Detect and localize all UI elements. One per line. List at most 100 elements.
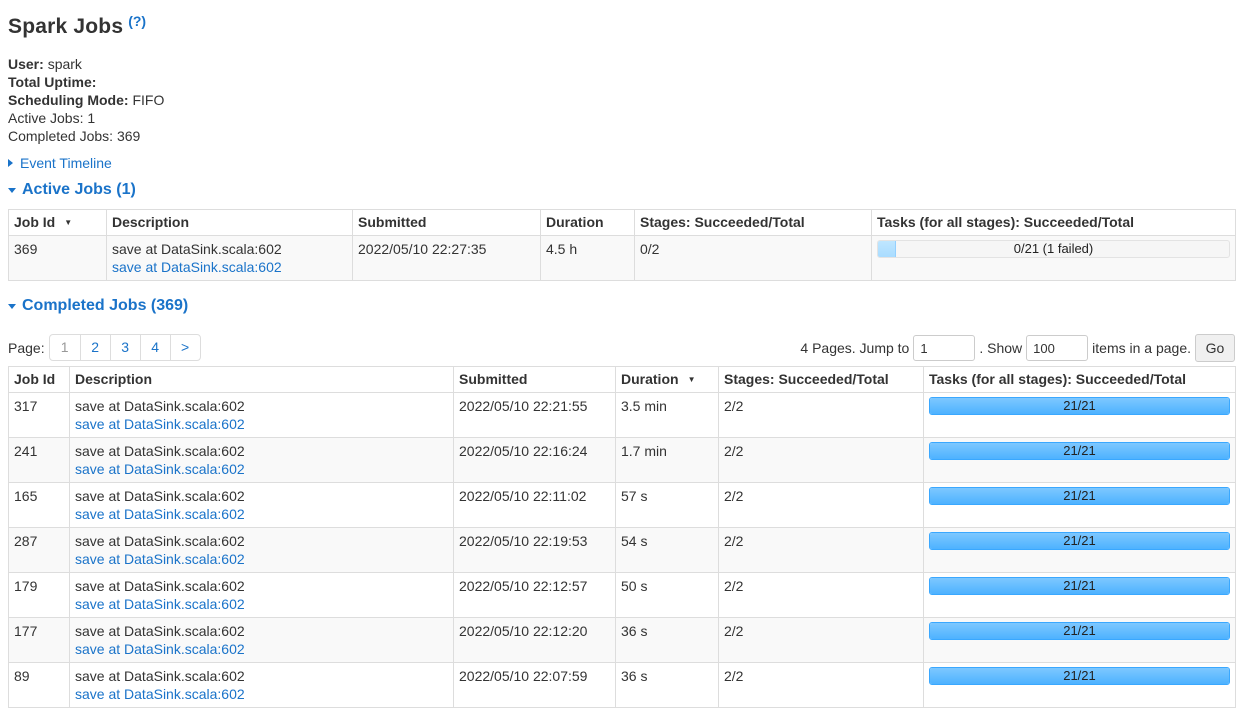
job-id: 317 xyxy=(8,392,70,438)
sort-down-icon: ▼ xyxy=(687,375,696,384)
progress-bar: 21/21 xyxy=(929,397,1230,415)
job-id: 165 xyxy=(8,482,70,528)
progress-text: 0/21 (1 failed) xyxy=(1013,241,1094,256)
job-submitted: 2022/05/10 22:27:35 xyxy=(352,235,541,281)
job-submitted: 2022/05/10 22:12:20 xyxy=(453,617,616,663)
description-text: save at DataSink.scala:602 xyxy=(75,398,245,414)
table-row: 89 save at DataSink.scala:602 save at Dat… xyxy=(8,662,1236,708)
description-text: save at DataSink.scala:602 xyxy=(75,668,245,684)
event-timeline-toggle[interactable]: Event Timeline xyxy=(8,154,112,172)
description-link[interactable]: save at DataSink.scala:602 xyxy=(75,596,245,612)
col-tasks[interactable]: Tasks (for all stages): Succeeded/Total xyxy=(923,366,1236,393)
col-duration[interactable]: Duration ▼ xyxy=(615,366,719,393)
show-text: . Show xyxy=(979,340,1023,356)
job-id: 177 xyxy=(8,617,70,663)
progress-bar: 21/21 xyxy=(929,532,1230,550)
col-submitted[interactable]: Submitted xyxy=(352,209,541,236)
job-submitted: 2022/05/10 22:16:24 xyxy=(453,437,616,483)
description-link[interactable]: save at DataSink.scala:602 xyxy=(75,416,245,432)
summary-completed: Completed Jobs: 369 xyxy=(8,127,164,145)
description-text: save at DataSink.scala:602 xyxy=(75,488,245,504)
completed-jobs-body: 317 save at DataSink.scala:602 save at Da… xyxy=(8,392,1236,708)
col-description[interactable]: Description xyxy=(69,366,454,393)
job-stages: 2/2 xyxy=(718,437,924,483)
job-tasks: 21/21 xyxy=(923,482,1236,528)
col-job-id[interactable]: Job Id xyxy=(8,366,70,393)
progress-bar: 21/21 xyxy=(929,667,1230,685)
page-4-link[interactable]: 4 xyxy=(139,335,170,360)
description-text: save at DataSink.scala:602 xyxy=(75,578,245,594)
help-link[interactable]: (?) xyxy=(128,12,146,30)
jump-to-page-input[interactable] xyxy=(913,335,976,361)
progress-bar: 0/21 (1 failed) xyxy=(877,240,1230,258)
page-size-input[interactable] xyxy=(1026,335,1089,361)
job-duration: 50 s xyxy=(615,572,719,618)
table-row: 369 save at DataSink.scala:602 save at D… xyxy=(8,235,1236,281)
col-submitted[interactable]: Submitted xyxy=(453,366,616,393)
title-row: Spark Jobs (?) xyxy=(8,12,146,42)
page-3-link[interactable]: 3 xyxy=(109,335,140,360)
description-link[interactable]: save at DataSink.scala:602 xyxy=(75,461,245,477)
job-id: 369 xyxy=(8,235,107,281)
description-link[interactable]: save at DataSink.scala:602 xyxy=(75,641,245,657)
user-value: spark xyxy=(47,56,82,72)
col-stages[interactable]: Stages: Succeeded/Total xyxy=(634,209,872,236)
col-job-id[interactable]: Job Id ▼ xyxy=(8,209,107,236)
job-description: save at DataSink.scala:602 save at DataSi… xyxy=(69,437,454,483)
active-jobs-header[interactable]: Active Jobs (1) xyxy=(8,179,136,201)
job-description: save at DataSink.scala:602 save at DataSi… xyxy=(69,572,454,618)
table-row: 317 save at DataSink.scala:602 save at Da… xyxy=(8,392,1236,438)
summary-user: User: spark xyxy=(8,55,164,73)
description-link[interactable]: save at DataSink.scala:602 xyxy=(75,506,245,522)
col-label: Job Id xyxy=(14,214,56,230)
next-page-link[interactable]: > xyxy=(169,335,200,360)
progress-bar: 21/21 xyxy=(929,487,1230,505)
job-submitted: 2022/05/10 22:21:55 xyxy=(453,392,616,438)
col-stages[interactable]: Stages: Succeeded/Total xyxy=(718,366,924,393)
job-submitted: 2022/05/10 22:12:57 xyxy=(453,572,616,618)
job-stages: 0/2 xyxy=(634,235,872,281)
col-label: Duration xyxy=(621,371,679,387)
description-text: save at DataSink.scala:602 xyxy=(75,533,245,549)
job-description: save at DataSink.scala:602 save at DataSi… xyxy=(69,482,454,528)
sort-down-icon: ▼ xyxy=(64,218,73,227)
job-submitted: 2022/05/10 22:19:53 xyxy=(453,527,616,573)
job-stages: 2/2 xyxy=(718,572,924,618)
arrow-right-icon xyxy=(8,159,13,167)
job-description: save at DataSink.scala:602 save at DataSi… xyxy=(69,662,454,708)
description-text: save at DataSink.scala:602 xyxy=(75,443,245,459)
progress-text: 21/21 xyxy=(1063,398,1096,413)
summary-mode: Scheduling Mode: FIFO xyxy=(8,91,164,109)
completed-jobs-link[interactable]: Completed Jobs: xyxy=(8,128,113,144)
table-row: 177 save at DataSink.scala:602 save at Da… xyxy=(8,617,1236,663)
job-stages: 2/2 xyxy=(718,482,924,528)
col-description[interactable]: Description xyxy=(106,209,353,236)
pagination: Page: 1 2 3 4 > xyxy=(8,334,201,361)
job-tasks: 21/21 xyxy=(923,527,1236,573)
go-button[interactable]: Go xyxy=(1195,334,1235,362)
job-tasks: 21/21 xyxy=(923,662,1236,708)
event-timeline-link[interactable]: Event Timeline xyxy=(20,154,112,172)
job-description: save at DataSink.scala:602 save at DataS… xyxy=(106,235,353,281)
completed-jobs-header[interactable]: Completed Jobs (369) xyxy=(8,295,188,317)
page-1-link[interactable]: 1 xyxy=(50,335,80,360)
page-jump-form: 4 Pages. Jump to . Show items in a page.… xyxy=(800,334,1235,362)
col-duration[interactable]: Duration xyxy=(540,209,635,236)
description-link[interactable]: save at DataSink.scala:602 xyxy=(75,551,245,567)
job-tasks: 21/21 xyxy=(923,617,1236,663)
progress-text: 21/21 xyxy=(1063,623,1096,638)
job-duration: 1.7 min xyxy=(615,437,719,483)
job-duration: 57 s xyxy=(615,482,719,528)
table-row: 165 save at DataSink.scala:602 save at Da… xyxy=(8,482,1236,528)
active-jobs-link[interactable]: Active Jobs: xyxy=(8,110,83,126)
col-tasks[interactable]: Tasks (for all stages): Succeeded/Total xyxy=(871,209,1236,236)
description-link[interactable]: save at DataSink.scala:602 xyxy=(112,259,282,275)
job-submitted: 2022/05/10 22:07:59 xyxy=(453,662,616,708)
active-jobs-heading: Active Jobs (1) xyxy=(22,181,136,198)
mode-label: Scheduling Mode: xyxy=(8,92,129,108)
job-stages: 2/2 xyxy=(718,392,924,438)
page-2-link[interactable]: 2 xyxy=(79,335,110,360)
job-duration: 4.5 h xyxy=(540,235,635,281)
job-stages: 2/2 xyxy=(718,662,924,708)
job-id: 89 xyxy=(8,662,70,708)
